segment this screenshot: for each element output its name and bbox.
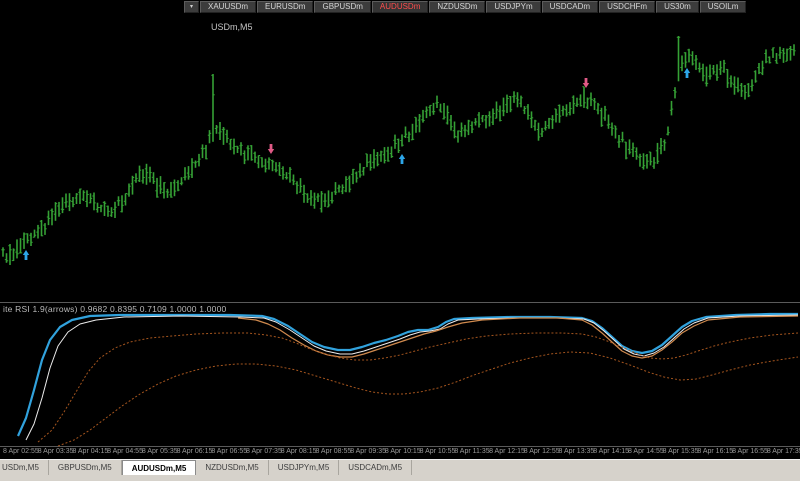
time-label: 8 Apr 08:15 xyxy=(280,448,317,455)
time-label: 8 Apr 11:35 xyxy=(454,448,490,455)
symbol-button-gbpusdm[interactable]: GBPUSDm xyxy=(314,1,371,13)
symbol-button-usdcadm[interactable]: USDCADm xyxy=(541,1,599,13)
time-label: 8 Apr 09:35 xyxy=(350,448,386,455)
chart-tab-bar: USDm,M5 GBPUSDm,M5 AUDUSDm,M5 NZDUSDm,M5 USD… xyxy=(0,459,800,481)
time-label: 8 Apr 06:55 xyxy=(211,448,248,455)
symbol-button-usdchfm[interactable]: USDCHFm xyxy=(599,1,656,13)
price-bars xyxy=(1,36,796,265)
symbol-button-eurusdm[interactable]: EURUSDm xyxy=(257,1,314,13)
time-label: 8 Apr 15:35 xyxy=(662,448,699,455)
time-axis[interactable]: 8 Apr 02:55 8 Apr 03:35 8 Apr 04:15 8 Apr 0… xyxy=(0,448,800,458)
time-label: 8 Apr 13:35 xyxy=(558,448,595,455)
time-label: 8 Apr 04:55 xyxy=(107,448,143,455)
buy-arrow-icon xyxy=(398,154,406,164)
symbol-button-usdjpym[interactable]: USDJPYm xyxy=(486,1,541,13)
time-label: 8 Apr 16:15 xyxy=(697,448,734,455)
chart-title-partial: USDm,M5 xyxy=(211,22,253,32)
chart-tabs: USDm,M5 GBPUSDm,M5 AUDUSDm,M5 NZDUSDm,M5 USD… xyxy=(0,460,800,475)
symbol-buttons-row: XAUUSDm EURUSDm GBPUSDm AUDUSDm NZDUSDm USDJP… xyxy=(200,1,747,13)
time-label: 8 Apr 14:15 xyxy=(593,448,630,455)
indicator-lines xyxy=(16,312,799,447)
time-label: 8 Apr 17:35 xyxy=(766,448,800,455)
time-label: 8 Apr 10:15 xyxy=(384,448,421,455)
time-label: 8 Apr 12:55 xyxy=(523,448,560,455)
symbol-button-audusdm[interactable]: AUDUSDm xyxy=(371,1,429,13)
buy-arrow-icon xyxy=(683,68,691,78)
symbol-button-xauusdm[interactable]: XAUUSDm xyxy=(200,1,257,13)
chart-tab-usdm-m5[interactable]: USDm,M5 xyxy=(0,460,49,475)
time-label: 8 Apr 06:15 xyxy=(176,448,213,455)
chart-tab-usdjpym-m5[interactable]: USDJPYm,M5 xyxy=(269,460,340,475)
indicator-line-trail-dotted-upper xyxy=(37,332,799,443)
symbol-button-usoilm[interactable]: USOILm xyxy=(699,1,747,13)
indicator-values-label: ite RSI 1.9(arrows) 0.9682 0.8395 0.7109… xyxy=(3,304,227,314)
time-label: 8 Apr 02:55 xyxy=(3,448,39,455)
chart-tab-gbpusdm-m5[interactable]: GBPUSDm,M5 xyxy=(49,460,122,475)
symbol-list-dropdown-button[interactable]: ▾ xyxy=(184,1,199,13)
time-label: 8 Apr 16:55 xyxy=(732,448,768,455)
time-label: 8 Apr 12:15 xyxy=(489,448,525,455)
time-label: 8 Apr 05:35 xyxy=(141,448,178,455)
chart-tab-audusdm-m5[interactable]: AUDUSDm,M5 xyxy=(121,460,197,475)
indicator-line-signal-line-white xyxy=(25,314,799,441)
time-label: 8 Apr 14:55 xyxy=(627,448,664,455)
symbol-button-us30m[interactable]: US30m xyxy=(656,1,699,13)
buy-arrow-icon xyxy=(22,250,30,260)
time-label: 8 Apr 10:55 xyxy=(419,448,456,455)
trading-platform-window: ▾ XAUUSDm EURUSDm GBPUSDm AUDUSDm NZDUSDm USD… xyxy=(0,0,800,481)
symbol-toolbar: ▾ XAUUSDm EURUSDm GBPUSDm AUDUSDm NZDUSDm USD… xyxy=(184,1,747,13)
signal-arrows xyxy=(22,68,691,260)
time-label: 8 Apr 03:35 xyxy=(37,448,74,455)
time-label: 8 Apr 04:15 xyxy=(72,448,109,455)
indicator-line-slow-line-orange xyxy=(237,315,799,359)
chart-tab-nzdusdm-m5[interactable]: NZDUSDm,M5 xyxy=(196,460,269,475)
indicator-line-trail-dotted-lower xyxy=(57,351,799,447)
time-label: 8 Apr 08:55 xyxy=(315,448,352,455)
chart-canvas[interactable] xyxy=(0,0,800,481)
chart-tab-usdcadm-m5[interactable]: USDCADm,M5 xyxy=(339,460,413,475)
time-label: 8 Apr 07:35 xyxy=(246,448,282,455)
symbol-button-nzdusdm[interactable]: NZDUSDm xyxy=(429,1,486,13)
sell-arrow-icon xyxy=(267,144,275,154)
